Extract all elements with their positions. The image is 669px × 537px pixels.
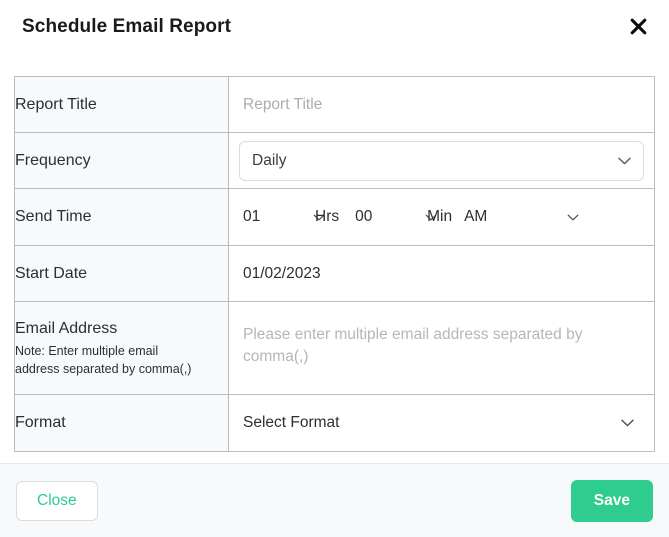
email-address-input[interactable] xyxy=(243,324,640,368)
close-x-glyph xyxy=(629,17,648,36)
row-email-address: Email Address Note: Enter multiple email… xyxy=(15,302,655,395)
row-format: Format Select Format xyxy=(15,395,655,452)
format-label: Format xyxy=(15,412,228,434)
dialog-body: Report Title Frequency Daily xyxy=(0,60,669,463)
dialog-title: Schedule Email Report xyxy=(22,14,231,40)
start-date-value[interactable]: 01/02/2023 xyxy=(229,265,654,283)
label-cell-email-address: Email Address Note: Enter multiple email… xyxy=(15,302,229,395)
email-address-note: Note: Enter multiple email address separ… xyxy=(15,342,200,378)
frequency-selected-value: Daily xyxy=(252,152,286,170)
row-frequency: Frequency Daily xyxy=(15,133,655,189)
value-cell-send-time: 01 Hrs 00 xyxy=(229,189,655,246)
dialog-footer: Close Save xyxy=(0,463,669,537)
label-cell-start-date: Start Date xyxy=(15,246,229,302)
schedule-form-table: Report Title Frequency Daily xyxy=(14,76,655,452)
value-cell-report-title xyxy=(229,77,655,133)
row-start-date: Start Date 01/02/2023 xyxy=(15,246,655,302)
frequency-select[interactable]: Daily xyxy=(239,141,644,181)
send-time-meridiem-select[interactable]: AM xyxy=(464,208,579,226)
send-time-hour-value: 01 xyxy=(243,208,260,226)
row-send-time: Send Time 01 Hrs 00 xyxy=(15,189,655,246)
chevron-down-icon xyxy=(618,152,631,170)
send-time-minute-select[interactable]: 00 xyxy=(355,208,437,226)
value-cell-start-date[interactable]: 01/02/2023 xyxy=(229,246,655,302)
chevron-down-icon xyxy=(621,414,634,432)
schedule-email-report-dialog: Schedule Email Report Report Title xyxy=(0,0,669,537)
report-title-label: Report Title xyxy=(15,94,228,116)
label-cell-send-time: Send Time xyxy=(15,189,229,246)
send-time-meridiem-value: AM xyxy=(464,208,487,226)
close-button[interactable]: Close xyxy=(16,481,98,521)
row-report-title: Report Title xyxy=(15,77,655,133)
email-address-label: Email Address xyxy=(15,318,228,340)
value-cell-format: Select Format xyxy=(229,395,655,452)
close-x-icon[interactable] xyxy=(625,13,651,39)
send-time-hour-unit: Hrs xyxy=(315,208,339,226)
label-cell-report-title: Report Title xyxy=(15,77,229,133)
value-cell-email-address xyxy=(229,302,655,395)
send-time-label: Send Time xyxy=(15,206,228,228)
send-time-minute-unit: Min xyxy=(427,208,452,226)
label-cell-format: Format xyxy=(15,395,229,452)
report-title-input[interactable] xyxy=(229,96,654,114)
frequency-label: Frequency xyxy=(15,150,228,172)
chevron-down-icon xyxy=(567,208,579,226)
send-time-controls: 01 Hrs 00 xyxy=(229,189,654,245)
send-time-hour-select[interactable]: 01 xyxy=(243,208,325,226)
dialog-header: Schedule Email Report xyxy=(0,0,669,60)
save-button[interactable]: Save xyxy=(571,480,653,522)
send-time-minute-value: 00 xyxy=(355,208,372,226)
label-cell-frequency: Frequency xyxy=(15,133,229,189)
value-cell-frequency: Daily xyxy=(229,133,655,189)
format-selected-value: Select Format xyxy=(243,414,339,432)
start-date-label: Start Date xyxy=(15,263,228,285)
email-input-wrapper xyxy=(229,302,654,394)
format-select[interactable]: Select Format xyxy=(229,395,654,451)
